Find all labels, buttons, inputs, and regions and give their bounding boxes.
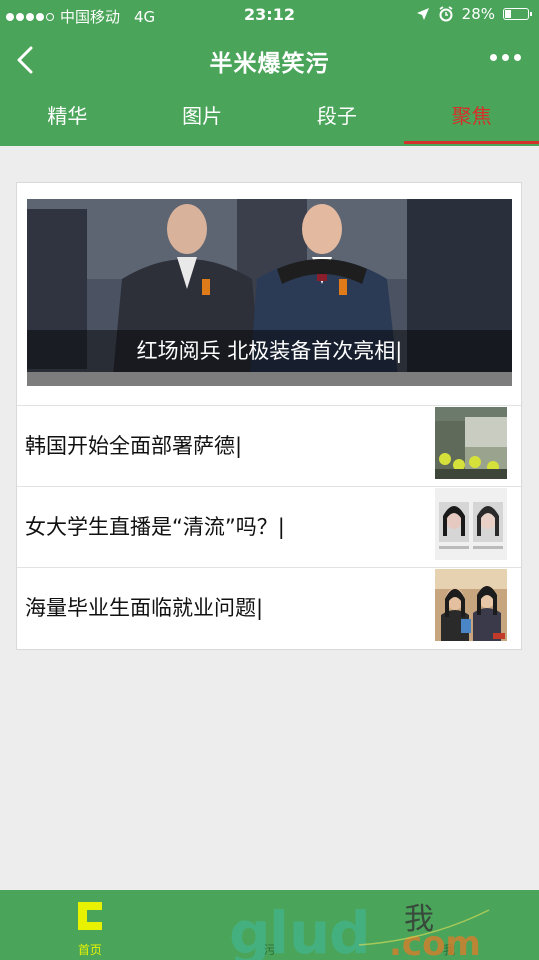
alarm-clock-icon bbox=[439, 6, 453, 22]
hero-banner[interactable]: 红场阅兵 北极装备首次亮相| bbox=[27, 199, 512, 386]
svg-text:我: 我 bbox=[404, 902, 434, 937]
news-title: 韩国开始全面部署萨德| bbox=[25, 434, 243, 458]
location-arrow-icon bbox=[416, 8, 429, 20]
hero-bottom-strip bbox=[27, 372, 512, 386]
category-tabs: 精华 图片 段子 聚焦 bbox=[0, 92, 539, 146]
home-icon bbox=[77, 902, 102, 930]
navigation-bar: 半米爆笑污 bbox=[0, 30, 539, 92]
news-thumbnail bbox=[435, 488, 507, 560]
battery-percent: 28% bbox=[461, 5, 495, 23]
news-item[interactable]: 海量毕业生面临就业问题| bbox=[17, 567, 521, 647]
page-title: 半米爆笑污 bbox=[209, 51, 330, 77]
svg-text:l: l bbox=[269, 899, 289, 960]
status-bar: 中国移动 4G 23:12 28% bbox=[0, 0, 539, 30]
tab-tupian[interactable]: 图片 bbox=[135, 92, 270, 146]
news-thumbnail bbox=[435, 407, 507, 479]
news-thumbnail bbox=[435, 569, 507, 641]
news-title: 女大学生直播是“清流”吗？| bbox=[25, 515, 285, 539]
news-card: 红场阅兵 北极装备首次亮相| 韩国开始全面部署萨德| 女大学生直播是“清流”吗？… bbox=[16, 182, 522, 650]
svg-text:d: d bbox=[329, 899, 371, 960]
svg-text:.com: .com bbox=[389, 924, 481, 960]
tab-jujiao[interactable]: 聚焦 bbox=[404, 92, 539, 146]
svg-text:g: g bbox=[229, 899, 271, 960]
news-title: 海量毕业生面临就业问题| bbox=[25, 596, 264, 620]
news-item[interactable]: 女大学生直播是“清流”吗？| bbox=[17, 486, 521, 566]
tab-jinghua[interactable]: 精华 bbox=[0, 92, 135, 146]
news-item[interactable]: 韩国开始全面部署萨德| bbox=[17, 405, 521, 485]
svg-text:u: u bbox=[289, 899, 330, 960]
bottom-tab-home[interactable]: 首页 bbox=[0, 890, 180, 960]
tab-duanzi[interactable]: 段子 bbox=[270, 92, 405, 146]
app-screen: 中国移动 4G 23:12 28% 半米爆笑污 精华 图片 段子 聚焦 红场阅兵… bbox=[0, 0, 539, 960]
hero-caption: 红场阅兵 北极装备首次亮相| bbox=[136, 339, 403, 363]
watermark-logo: g l u d .com 我 bbox=[229, 899, 490, 960]
battery-icon bbox=[503, 8, 532, 20]
bottom-tab-home-label: 首页 bbox=[77, 943, 102, 957]
status-right: 28% bbox=[416, 5, 532, 23]
more-options-icon[interactable] bbox=[490, 54, 521, 61]
